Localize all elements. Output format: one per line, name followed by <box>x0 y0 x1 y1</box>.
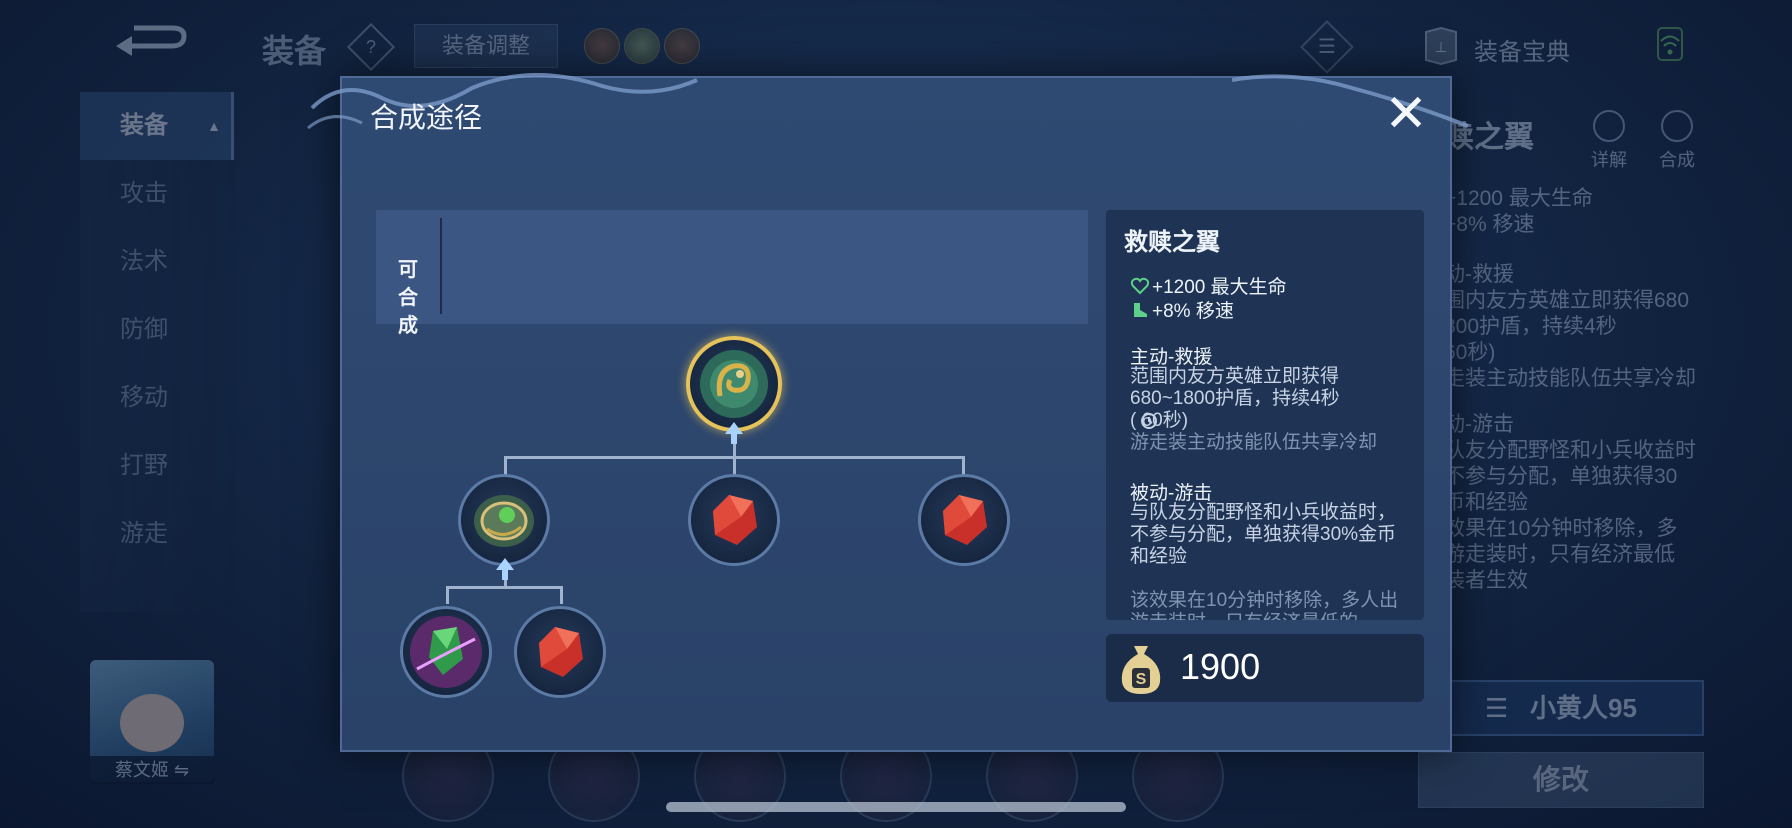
rp-line: 不参与分配，单独获得30 <box>1444 465 1678 488</box>
boot-icon <box>1134 303 1147 317</box>
tree-connector <box>733 456 736 476</box>
active-desc: 范围内友方英雄立即获得680~1800护盾，持续4秒 <box>1130 366 1340 409</box>
money-bag-icon: S <box>1121 646 1161 694</box>
passive-title: 被动-游击 <box>1130 483 1213 504</box>
equipment-set-button[interactable]: ☰ 小黄人95 <box>1418 680 1704 736</box>
sidebar-item-roam[interactable]: 游走 <box>80 500 234 568</box>
svg-text:⊥: ⊥ <box>1435 39 1447 55</box>
tree-connector <box>504 456 507 476</box>
passive-desc: 与队友分配野怪和小兵收益时，不参与分配，单独获得30%金币和经验 <box>1130 502 1397 567</box>
modal-title: 合成途径 <box>370 102 483 133</box>
rp-line: +8% 移速 <box>1444 213 1535 236</box>
help-icon[interactable]: ? <box>346 22 396 72</box>
stat-hp: +1200 最大生命 <box>1130 272 1287 299</box>
menu-icon[interactable]: ☰ <box>1300 20 1354 74</box>
stat-speed: +8% 移速 <box>1130 296 1234 323</box>
winged-emblem-icon <box>700 350 768 418</box>
sidebar-item-magic[interactable]: 法术 <box>80 228 234 296</box>
rp-line: +1200 最大生命 <box>1444 187 1593 210</box>
home-indicator[interactable] <box>666 802 1126 812</box>
green-crystal-item[interactable] <box>400 606 492 698</box>
tree-connector <box>560 586 563 604</box>
equipment-adjust-button[interactable]: 装备调整 <box>414 24 558 68</box>
hero-icon[interactable] <box>624 28 660 64</box>
back-arrow-icon[interactable] <box>112 24 190 58</box>
rp-line: 装者生效 <box>1444 569 1528 592</box>
hero-icon[interactable] <box>584 28 620 64</box>
page-title: 装备 <box>262 33 327 69</box>
tree-connector <box>446 586 449 604</box>
passive-note: 该效果在10分钟时移除，多人出游走装时，只有经济最低的 <box>1130 590 1399 620</box>
winged-emblem-item[interactable] <box>686 336 782 432</box>
item-description-panel[interactable]: 救赎之翼 +1200 最大生命 +8% 移速 主动-救援 范围内友方英雄立即获得… <box>1106 210 1424 620</box>
red-gem-icon <box>539 627 583 677</box>
rp-line: 动-救援 <box>1444 263 1514 286</box>
avatar-face <box>120 694 184 752</box>
hero-icon[interactable] <box>664 28 700 64</box>
heart-icon <box>1130 277 1150 295</box>
rp-line: 走装主动技能队伍共享冷却 <box>1444 367 1696 390</box>
modify-button[interactable]: 修改 <box>1418 752 1704 808</box>
arrow-up-icon <box>725 422 743 444</box>
serpent-ring-icon <box>474 495 534 547</box>
red-gem-item[interactable] <box>688 474 780 566</box>
sidebar-item-defense[interactable]: 防御 <box>80 296 234 364</box>
craftable-label: 可合成 <box>376 218 442 337</box>
svg-text:S: S <box>1136 671 1147 688</box>
decorative-swirl <box>307 73 698 130</box>
active-note: 游走装主动技能队伍共享冷却 <box>1130 432 1378 453</box>
sidebar-item-attack[interactable]: 攻击 <box>80 160 234 228</box>
sidebar-item-jungle[interactable]: 打野 <box>80 432 234 500</box>
serpent-ring-item[interactable] <box>458 474 550 566</box>
red-gem-icon <box>943 495 987 545</box>
swap-icon: ⇋ <box>173 760 190 780</box>
red-gem-item[interactable] <box>918 474 1010 566</box>
book-icon[interactable]: ⊥ <box>1422 26 1460 66</box>
red-gem-icon <box>713 495 757 545</box>
category-sidebar: 装备 ▲ 攻击 法术 防御 移动 打野 游走 <box>80 92 234 612</box>
rp-line: 效果在10分钟时移除，多 <box>1444 517 1678 540</box>
chevron-up-icon: ▲ <box>207 118 221 134</box>
rp-line: 队友分配野怪和小兵收益时 <box>1444 439 1696 462</box>
green-crystal-icon <box>410 616 482 688</box>
craftable-row: 可合成 <box>376 210 1088 337</box>
crafting-path-modal: 合成途径 ✕ 可合成 救赎之翼 +1200 最大生命 +8% 移速 主动-救援 … <box>307 73 1469 752</box>
sidebar-item-equipment[interactable]: 装备 ▲ <box>80 92 234 160</box>
rp-line: 币和经验 <box>1444 491 1528 514</box>
craft-button[interactable]: 合成 <box>1648 110 1706 172</box>
craft-icon <box>1661 110 1693 142</box>
red-gem-item[interactable] <box>514 606 606 698</box>
rp-line: 游走装时，只有经济最低 <box>1444 543 1675 566</box>
rp-line: 60秒) <box>1444 341 1496 364</box>
wifi-icon <box>1657 27 1683 61</box>
cooldown: ( 60秒) <box>1130 410 1189 431</box>
list-icon: ☰ <box>1485 693 1509 723</box>
sidebar-item-movement[interactable]: 移动 <box>80 364 234 432</box>
clock-icon <box>1141 413 1157 429</box>
arrow-up-icon <box>496 558 514 580</box>
rp-line: 动-游击 <box>1444 413 1514 436</box>
active-title: 主动-救援 <box>1130 347 1213 368</box>
decorative-swirl <box>1232 74 1469 128</box>
play-icon <box>1593 110 1625 142</box>
hero-name[interactable]: 蔡文姬 ⇋ <box>90 756 214 784</box>
equipment-dictionary-label[interactable]: 装备宝典 <box>1474 32 1570 67</box>
tree-connector <box>962 456 965 476</box>
rp-line: 围内友方英雄立即获得680 <box>1444 289 1690 312</box>
price-box: S 1900 <box>1106 634 1424 702</box>
rp-line: 800护盾，持续4秒 <box>1444 315 1617 338</box>
close-icon[interactable]: ✕ <box>1378 86 1434 142</box>
item-name: 救赎之翼 <box>1124 229 1220 256</box>
item-price: 1900 <box>1180 646 1261 687</box>
detail-button[interactable]: 详解 <box>1580 110 1638 172</box>
